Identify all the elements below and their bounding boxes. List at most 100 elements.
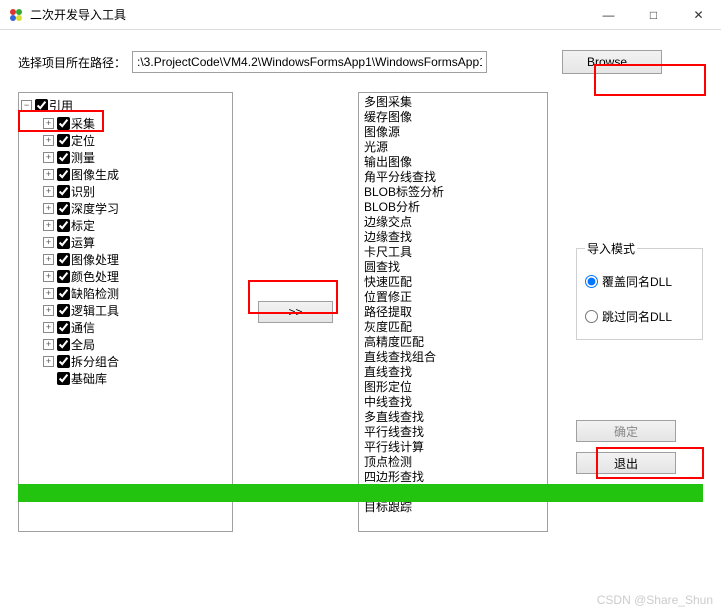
- collapse-icon[interactable]: −: [21, 100, 32, 111]
- tree-item-checkbox[interactable]: [57, 321, 70, 334]
- tree-item[interactable]: +全局: [43, 336, 230, 353]
- expand-icon[interactable]: +: [43, 220, 54, 231]
- list-item[interactable]: 边缘查找: [361, 230, 545, 245]
- tree-item-label: 运算: [71, 234, 95, 251]
- expand-icon[interactable]: +: [43, 135, 54, 146]
- tree-item[interactable]: +基础库: [43, 370, 230, 387]
- tree-item-checkbox[interactable]: [57, 185, 70, 198]
- expand-icon[interactable]: +: [43, 356, 54, 367]
- list-item[interactable]: 直线查找: [361, 365, 545, 380]
- tree-item[interactable]: +逻辑工具: [43, 302, 230, 319]
- tree-item[interactable]: + 识别: [43, 183, 230, 200]
- tree-item-checkbox[interactable]: [57, 134, 70, 147]
- minimize-button[interactable]: —: [586, 0, 631, 29]
- browse-button[interactable]: Browse...: [562, 50, 662, 74]
- tree-item-label: 采集: [71, 115, 95, 132]
- list-item[interactable]: 卡尺工具: [361, 245, 545, 260]
- ok-button[interactable]: 确定: [576, 420, 676, 442]
- list-item[interactable]: 中线查找: [361, 395, 545, 410]
- list-item[interactable]: 图形定位: [361, 380, 545, 395]
- tree-item[interactable]: +标定: [43, 217, 230, 234]
- list-item[interactable]: 缓存图像: [361, 110, 545, 125]
- list-item[interactable]: 角平分线查找: [361, 170, 545, 185]
- path-label: 选择项目所在路径：: [18, 54, 126, 71]
- expand-icon[interactable]: +: [43, 118, 54, 129]
- tree-item-checkbox[interactable]: [57, 202, 70, 215]
- radio-skip-input[interactable]: [585, 310, 598, 323]
- expand-icon[interactable]: +: [43, 254, 54, 265]
- tree-item-checkbox[interactable]: [57, 236, 70, 249]
- expand-icon[interactable]: +: [43, 237, 54, 248]
- radio-overwrite[interactable]: 覆盖同名DLL: [585, 273, 694, 290]
- list-item[interactable]: BLOB标签分析: [361, 185, 545, 200]
- list-item[interactable]: BLOB分析: [361, 200, 545, 215]
- expand-icon[interactable]: +: [43, 203, 54, 214]
- close-button[interactable]: ✕: [676, 0, 721, 29]
- list-item[interactable]: 图像源: [361, 125, 545, 140]
- tree-item[interactable]: + 运算: [43, 234, 230, 251]
- tree-item-checkbox[interactable]: [57, 270, 70, 283]
- expand-icon[interactable]: +: [43, 169, 54, 180]
- tree-root[interactable]: − 引用: [21, 97, 230, 114]
- tree-item-checkbox[interactable]: [57, 253, 70, 266]
- expand-icon[interactable]: +: [43, 152, 54, 163]
- tree-item[interactable]: +颜色处理: [43, 268, 230, 285]
- progress-bar: [18, 484, 703, 502]
- tree-item[interactable]: + 采集: [43, 115, 230, 132]
- tree-item-label: 缺陷检测: [71, 285, 119, 302]
- tree-item-label: 图像处理: [71, 251, 119, 268]
- tree-item[interactable]: +通信: [43, 319, 230, 336]
- tree-item[interactable]: + 测量: [43, 149, 230, 166]
- list-item[interactable]: 边缘交点: [361, 215, 545, 230]
- radio-skip[interactable]: 跳过同名DLL: [585, 308, 694, 325]
- tree-item-checkbox[interactable]: [57, 168, 70, 181]
- tree-item-checkbox[interactable]: [57, 372, 70, 385]
- list-item[interactable]: 直线查找组合: [361, 350, 545, 365]
- list-item[interactable]: 位置修正: [361, 290, 545, 305]
- expand-icon[interactable]: +: [43, 339, 54, 350]
- tree-item[interactable]: +定位: [43, 132, 230, 149]
- tree-item-checkbox[interactable]: [57, 304, 70, 317]
- list-item[interactable]: 灰度匹配: [361, 320, 545, 335]
- expand-icon[interactable]: +: [43, 322, 54, 333]
- tree-item[interactable]: + 深度学习: [43, 200, 230, 217]
- tree-item[interactable]: +拆分组合: [43, 353, 230, 370]
- list-item[interactable]: 四边形查找: [361, 470, 545, 485]
- tree-item-label: 深度学习: [71, 200, 119, 217]
- list-item[interactable]: 目标跟踪: [361, 500, 545, 515]
- tree-root-checkbox[interactable]: [35, 99, 48, 112]
- tree-item[interactable]: + 缺陷检测: [43, 285, 230, 302]
- tree-item[interactable]: + 图像处理: [43, 251, 230, 268]
- tree-item-label: 测量: [71, 149, 95, 166]
- move-right-button[interactable]: >>: [258, 301, 333, 323]
- expand-icon[interactable]: +: [43, 305, 54, 316]
- tree-item[interactable]: +图像生成: [43, 166, 230, 183]
- tree-item-label: 识别: [71, 183, 95, 200]
- tree-item-checkbox[interactable]: [57, 287, 70, 300]
- list-item[interactable]: 多图采集: [361, 95, 545, 110]
- selected-list[interactable]: 多图采集缓存图像图像源光源输出图像角平分线查找BLOB标签分析BLOB分析边缘交…: [358, 92, 548, 532]
- expand-icon[interactable]: +: [43, 288, 54, 299]
- list-item[interactable]: 平行线查找: [361, 425, 545, 440]
- tree-item-checkbox[interactable]: [57, 219, 70, 232]
- list-item[interactable]: 多直线查找: [361, 410, 545, 425]
- tree-item-checkbox[interactable]: [57, 151, 70, 164]
- maximize-button[interactable]: □: [631, 0, 676, 29]
- tree-item-checkbox[interactable]: [57, 117, 70, 130]
- list-item[interactable]: 输出图像: [361, 155, 545, 170]
- expand-icon[interactable]: +: [43, 271, 54, 282]
- tree-item-checkbox[interactable]: [57, 355, 70, 368]
- reference-tree[interactable]: − 引用 +采集+定位+测量+图像生成+识别+深度学习+标定+运算+图像处理+颜…: [18, 92, 233, 532]
- list-item[interactable]: 路径提取: [361, 305, 545, 320]
- list-item[interactable]: 快速匹配: [361, 275, 545, 290]
- list-item[interactable]: 光源: [361, 140, 545, 155]
- list-item[interactable]: 高精度匹配: [361, 335, 545, 350]
- list-item[interactable]: 顶点检测: [361, 455, 545, 470]
- radio-overwrite-input[interactable]: [585, 275, 598, 288]
- list-item[interactable]: 圆查找: [361, 260, 545, 275]
- project-path-input[interactable]: [132, 51, 487, 73]
- exit-button[interactable]: 退出: [576, 452, 676, 474]
- expand-icon[interactable]: +: [43, 186, 54, 197]
- list-item[interactable]: 平行线计算: [361, 440, 545, 455]
- tree-item-checkbox[interactable]: [57, 338, 70, 351]
